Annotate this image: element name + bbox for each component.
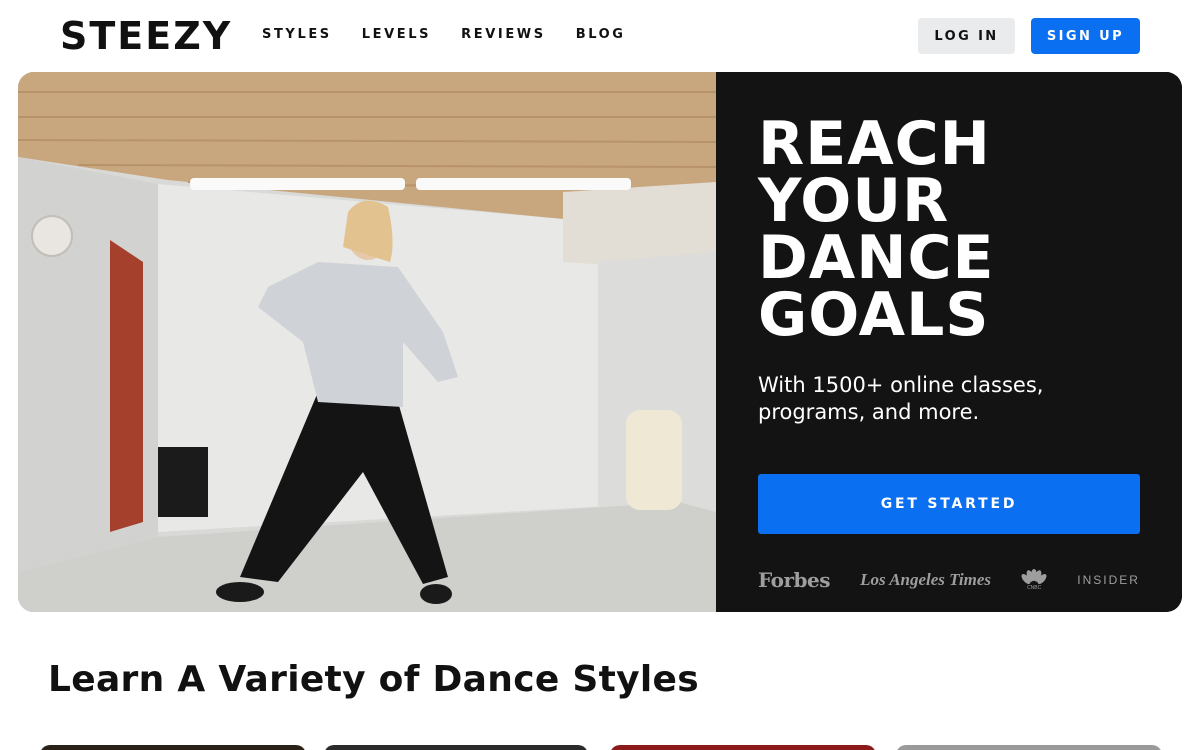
dance-style-cards [40,745,1162,750]
nav-link-levels[interactable]: LEVELS [362,26,431,44]
insider-logo: INSIDER [1077,573,1140,587]
hero-video[interactable] [18,72,716,612]
hero-subtext: With 1500+ online classes, programs, and… [758,373,1044,424]
style-card[interactable] [324,745,588,750]
headline-line-3: DANCE [758,223,995,293]
style-card[interactable] [40,745,306,750]
top-nav: STEEZY STYLES LEVELS REVIEWS BLOG LOG IN… [0,0,1200,72]
style-card[interactable] [896,745,1162,750]
headline-line-4: GOALS [758,280,990,350]
headline-line-1: REACH [758,109,991,179]
cnbc-peacock-icon [1021,569,1047,584]
la-times-logo: Los Angeles Times [860,570,992,589]
hero-headline: REACH YOUR DANCE GOALS [758,109,1158,350]
nav-link-reviews[interactable]: REVIEWS [461,26,546,44]
get-started-button[interactable]: GET STARTED [758,474,1140,534]
signup-button[interactable]: SIGN UP [1031,18,1140,54]
hero-banner: REACH YOUR DANCE GOALS With 1500+ online… [18,72,1182,612]
hero-panel: REACH YOUR DANCE GOALS With 1500+ online… [716,72,1182,612]
cnbc-logo: CNBC [1021,569,1047,591]
nav-link-blog[interactable]: BLOG [576,26,626,44]
dance-studio-image [18,72,716,612]
steezy-logo[interactable]: STEEZY [60,14,232,58]
headline-line-2: YOUR [758,166,950,236]
style-card[interactable] [610,745,876,750]
section-title: Learn A Variety of Dance Styles [48,659,699,700]
nav-link-styles[interactable]: STYLES [262,26,332,44]
forbes-logo: Forbes [758,568,830,592]
press-logos: Forbes Los Angeles Times CNBC INSIDER [758,566,1140,594]
cnbc-wordmark: CNBC [1027,585,1042,591]
nav-links: STYLES LEVELS REVIEWS BLOG [262,26,656,44]
login-button[interactable]: LOG IN [918,18,1015,54]
